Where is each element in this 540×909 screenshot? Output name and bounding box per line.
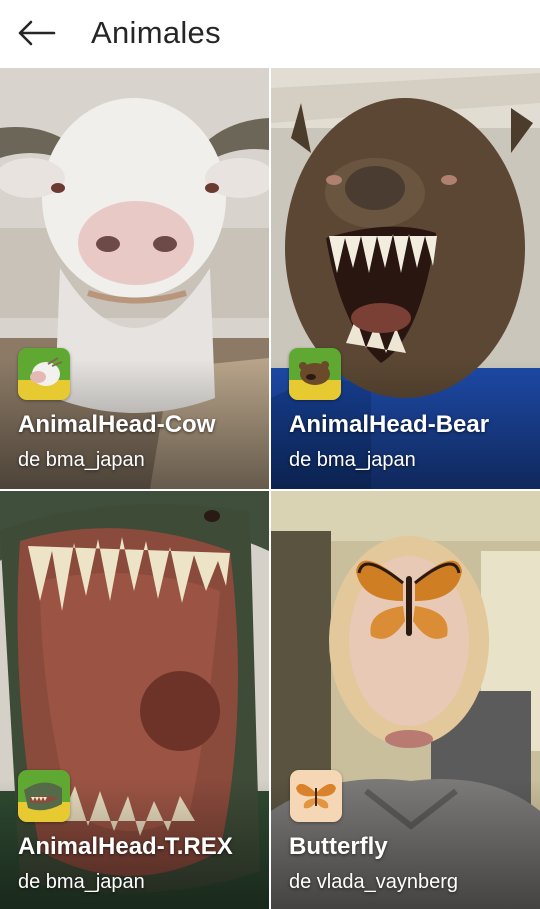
effect-name: AnimalHead-Cow <box>18 411 216 438</box>
effect-author: de vlada_vaynberg <box>289 871 459 893</box>
effect-name: AnimalHead-Bear <box>289 411 490 438</box>
effect-tile-cow[interactable]: AnimalHead-Cow de bma_japan <box>0 68 269 489</box>
cow-icon <box>18 348 70 400</box>
effect-author: de bma_japan <box>18 449 145 471</box>
effects-grid: AnimalHead-Cow de bma_japan AnimalHead-B… <box>0 66 540 909</box>
effect-author: de bma_japan <box>18 871 145 893</box>
effect-name: AnimalHead-T.REX <box>18 833 233 860</box>
back-button[interactable] <box>14 14 58 52</box>
trex-icon <box>18 770 70 822</box>
effect-author: de bma_japan <box>289 449 416 471</box>
butterfly-icon <box>290 770 342 822</box>
page-title: Animales <box>91 15 221 50</box>
effect-tile-trex[interactable]: AnimalHead-T.REX de bma_japan <box>0 491 269 909</box>
effect-name: Butterfly <box>289 833 388 860</box>
top-bar: Animales <box>0 0 540 66</box>
effect-tile-bear[interactable]: AnimalHead-Bear de bma_japan <box>271 68 540 489</box>
arrow-left-icon <box>18 20 56 46</box>
bear-icon <box>289 348 341 400</box>
effect-tile-butterfly[interactable]: Butterfly de vlada_vaynberg <box>271 491 540 909</box>
